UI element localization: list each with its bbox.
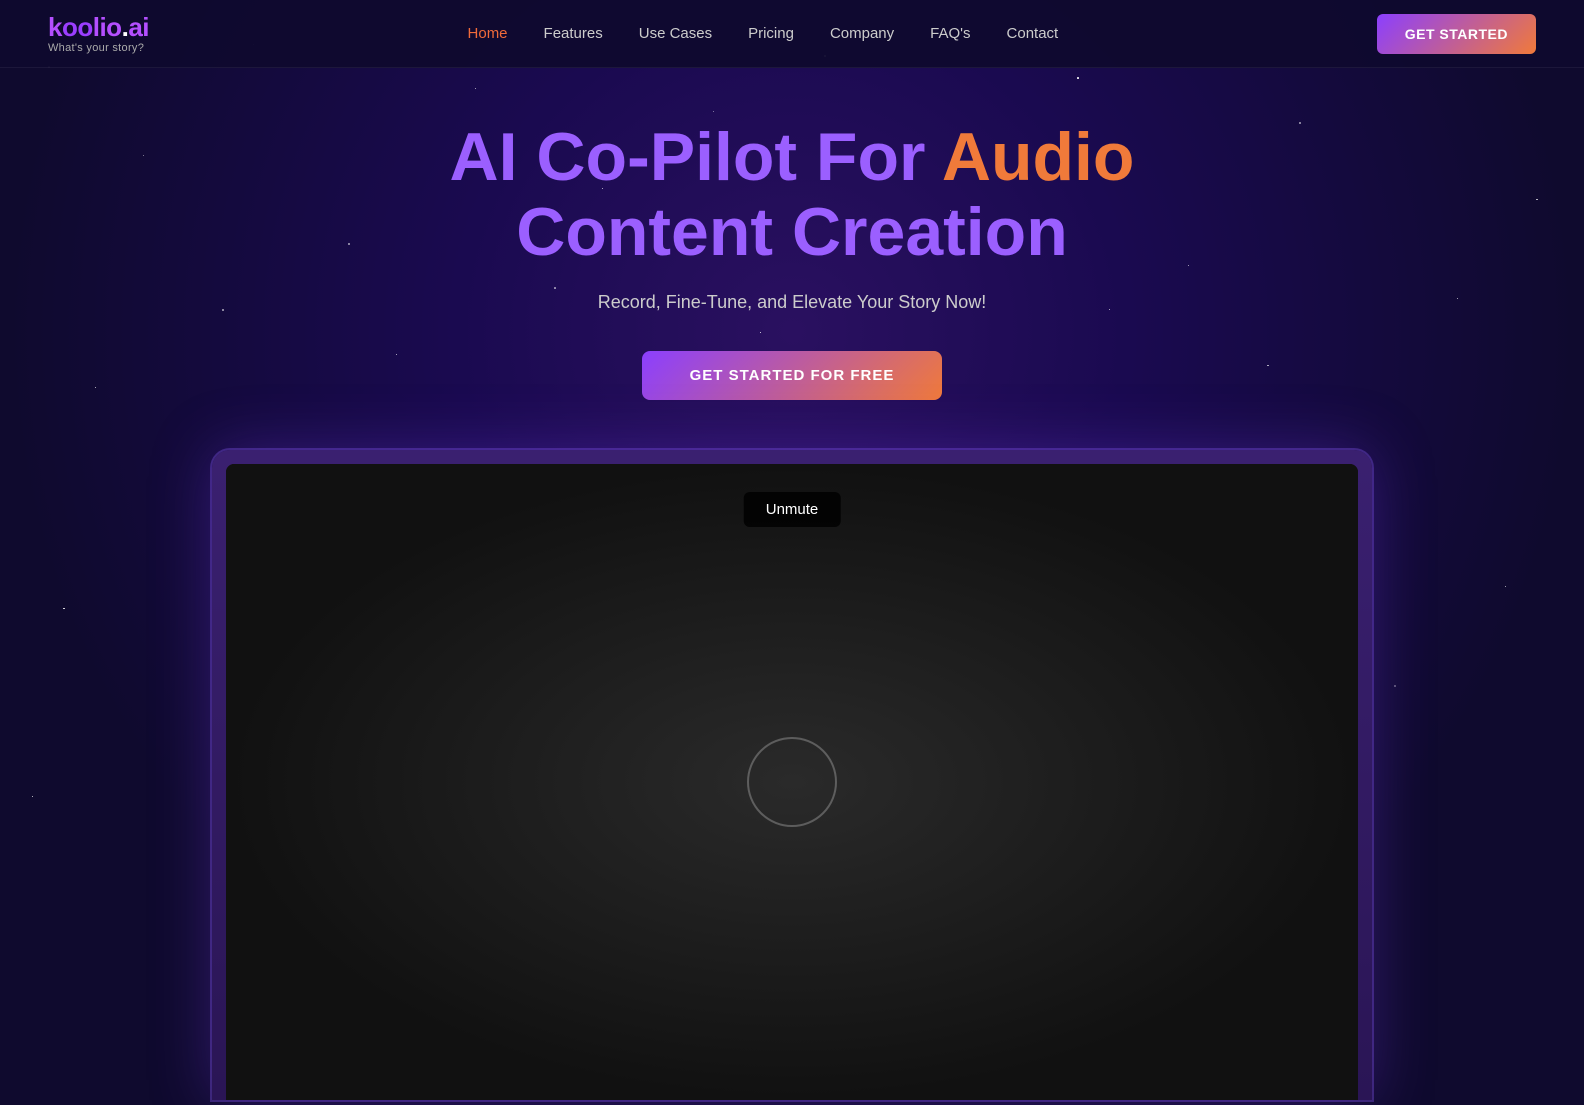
hero-section: AI Co-Pilot For Audio Content Creation R… xyxy=(0,0,1584,1105)
star xyxy=(32,796,33,797)
nav-item-home[interactable]: Home xyxy=(468,25,508,43)
nav-link-pricing[interactable]: Pricing xyxy=(748,25,794,42)
nav-link-use-cases[interactable]: Use Cases xyxy=(639,25,712,42)
hero-headline: AI Co-Pilot For Audio Content Creation xyxy=(342,120,1242,270)
nav-item-features[interactable]: Features xyxy=(544,25,603,43)
star xyxy=(95,387,96,388)
star xyxy=(1394,685,1396,687)
star xyxy=(1077,77,1079,79)
laptop-screen: Unmute xyxy=(226,464,1358,1101)
star xyxy=(760,332,761,333)
nav-item-faqs[interactable]: FAQ's xyxy=(930,25,970,43)
star xyxy=(475,88,476,89)
star xyxy=(1536,199,1538,201)
headline-part1: AI Co-Pilot For xyxy=(450,119,942,195)
star xyxy=(63,608,65,610)
star xyxy=(554,287,556,289)
video-player[interactable]: Unmute xyxy=(226,464,1358,1101)
nav-item-contact[interactable]: Contact xyxy=(1007,25,1059,43)
laptop-wrapper: Unmute xyxy=(212,450,1372,1101)
logo-tagline: What's your story? xyxy=(48,42,149,54)
logo-ai: ai xyxy=(128,12,149,42)
hero-subtitle: Record, Fine-Tune, and Elevate Your Stor… xyxy=(598,292,987,313)
star xyxy=(1267,365,1269,367)
play-circle[interactable] xyxy=(747,737,837,827)
logo[interactable]: koolio.ai What's your story? xyxy=(48,13,149,54)
headline-part2: Content Creation xyxy=(516,194,1068,270)
logo-k: k xyxy=(48,12,62,42)
hero-cta-button[interactable]: GET STARTED FOR FREE xyxy=(642,351,943,400)
logo-oo: oo xyxy=(62,12,93,42)
nav-link-features[interactable]: Features xyxy=(544,25,603,42)
star xyxy=(713,111,714,112)
star xyxy=(1299,122,1301,124)
nav-link-home[interactable]: Home xyxy=(468,25,508,42)
nav-item-use-cases[interactable]: Use Cases xyxy=(639,25,712,43)
star xyxy=(143,155,145,157)
headline-audio: Audio xyxy=(942,119,1135,195)
nav-item-company[interactable]: Company xyxy=(830,25,894,43)
nav-links: Home Features Use Cases Pricing Company … xyxy=(468,25,1059,43)
navbar: koolio.ai What's your story? Home Featur… xyxy=(0,0,1584,68)
laptop-outer: Unmute xyxy=(212,450,1372,1101)
get-started-nav-button[interactable]: GET STARTED xyxy=(1377,14,1536,54)
star xyxy=(1505,586,1506,587)
star xyxy=(1109,309,1110,310)
star xyxy=(1457,298,1458,299)
nav-item-pricing[interactable]: Pricing xyxy=(748,25,794,43)
logo-text: koolio.ai xyxy=(48,13,149,42)
unmute-button[interactable]: Unmute xyxy=(744,492,841,527)
nav-link-contact[interactable]: Contact xyxy=(1007,25,1059,42)
star xyxy=(222,309,224,311)
nav-link-company[interactable]: Company xyxy=(830,25,894,42)
logo-lio: lio xyxy=(93,12,122,42)
star xyxy=(396,354,397,355)
nav-link-faqs[interactable]: FAQ's xyxy=(930,25,970,42)
